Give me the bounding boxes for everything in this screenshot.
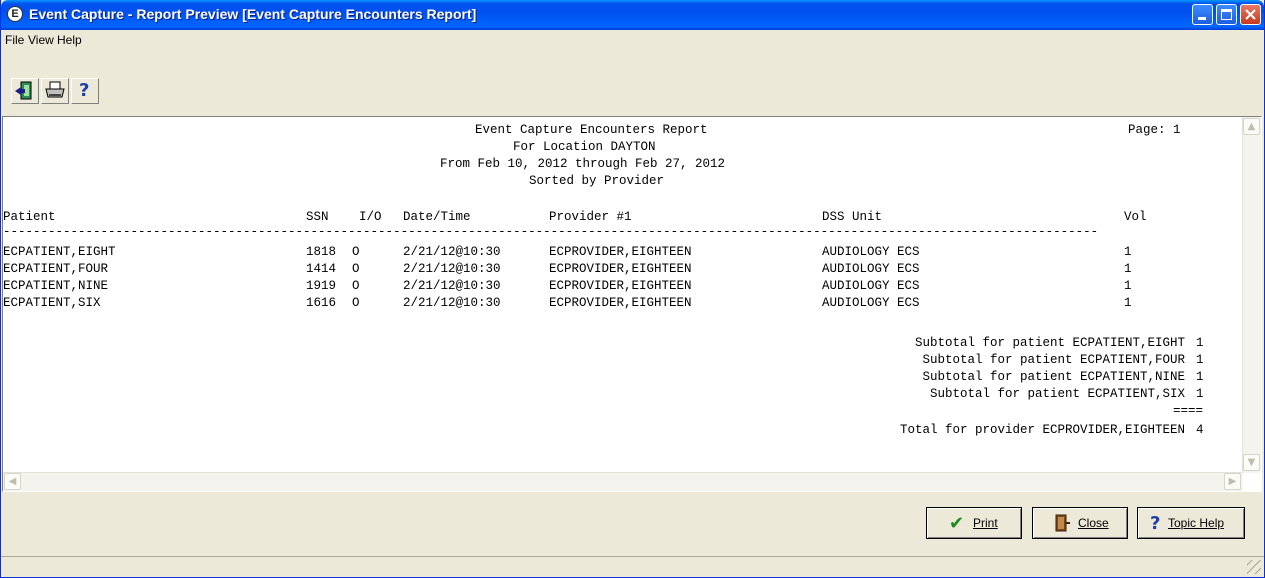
total-label: Total for provider ECPROVIDER,EIGHTEEN bbox=[899, 423, 1185, 437]
total-value: 4 bbox=[1196, 423, 1204, 437]
column-header-io: I/O bbox=[359, 210, 382, 224]
scroll-down-button[interactable]: ▼ bbox=[1243, 454, 1260, 471]
help-icon: ? bbox=[79, 80, 90, 101]
app-icon: E bbox=[7, 6, 23, 22]
cell-provider: ECPROVIDER,EIGHTEEN bbox=[549, 245, 692, 259]
cell-patient: ECPATIENT,SIX bbox=[3, 296, 101, 310]
cell-vol: 1 bbox=[1124, 296, 1132, 310]
scroll-left-button[interactable]: ◀ bbox=[4, 473, 21, 490]
subtotal-label: Subtotal for patient ECPATIENT,EIGHT bbox=[914, 336, 1185, 350]
close-button[interactable]: Close bbox=[1032, 507, 1128, 539]
minimize-button[interactable] bbox=[1192, 4, 1213, 25]
close-icon bbox=[1245, 9, 1256, 20]
menu-view[interactable]: View bbox=[28, 33, 54, 47]
scroll-right-button[interactable]: ▶ bbox=[1224, 473, 1241, 490]
cell-ssn: 1919 bbox=[306, 279, 337, 293]
report-title: Event Capture Encounters Report bbox=[475, 123, 708, 137]
cell-io: O bbox=[352, 245, 360, 259]
cell-provider: ECPROVIDER,EIGHTEEN bbox=[549, 296, 692, 310]
cell-io: O bbox=[352, 262, 360, 276]
toolbar: ? bbox=[1, 50, 1264, 116]
resize-grip[interactable] bbox=[1247, 560, 1261, 574]
print-icon bbox=[45, 81, 65, 98]
report-date-range: From Feb 10, 2012 through Feb 27, 2012 bbox=[440, 157, 726, 171]
cell-vol: 1 bbox=[1124, 279, 1132, 293]
topic-help-button-label: Topic Help bbox=[1168, 516, 1225, 530]
close-button-label: Close bbox=[1078, 516, 1109, 530]
column-header-vol: Vol bbox=[1124, 210, 1147, 224]
subtotal-label: Subtotal for patient ECPATIENT,FOUR bbox=[922, 353, 1185, 367]
door-exit-icon bbox=[1055, 514, 1070, 532]
report-sort: Sorted by Provider bbox=[529, 174, 665, 188]
report-preview-window: E Event Capture - Report Preview [Event … bbox=[0, 0, 1265, 578]
subtotal-value: 1 bbox=[1196, 387, 1204, 401]
chevron-right-icon: ▶ bbox=[1228, 476, 1237, 487]
horizontal-scrollbar[interactable]: ◀ ▶ bbox=[3, 472, 1243, 491]
topic-help-button[interactable]: ? Topic Help bbox=[1137, 507, 1245, 539]
cell-dss-unit: AUDIOLOGY ECS bbox=[822, 279, 920, 293]
scroll-up-button[interactable]: ▲ bbox=[1243, 118, 1260, 135]
exit-toolbar-button[interactable] bbox=[11, 78, 39, 104]
cell-datetime: 2/21/12@10:30 bbox=[403, 279, 501, 293]
menu-file[interactable]: File bbox=[5, 33, 24, 47]
subtotal-value: 1 bbox=[1196, 353, 1204, 367]
cell-vol: 1 bbox=[1124, 262, 1132, 276]
cell-vol: 1 bbox=[1124, 245, 1132, 259]
cell-ssn: 1414 bbox=[306, 262, 337, 276]
menu-bar: File View Help bbox=[1, 30, 1264, 50]
title-bar[interactable]: E Event Capture - Report Preview [Event … bbox=[1, 0, 1264, 30]
maximize-button[interactable] bbox=[1216, 4, 1237, 25]
close-window-button[interactable] bbox=[1240, 4, 1261, 25]
column-header-patient: Patient bbox=[3, 210, 56, 224]
status-bar-divider bbox=[1, 556, 1264, 557]
column-header-ssn: SSN bbox=[306, 210, 329, 224]
chevron-up-icon: ▲ bbox=[1247, 121, 1256, 132]
header-rule: ----------------------------------------… bbox=[3, 225, 1099, 239]
subtotal-label: Subtotal for patient ECPATIENT,SIX bbox=[929, 387, 1185, 401]
vertical-scrollbar[interactable]: ▲ ▼ bbox=[1242, 117, 1261, 473]
cell-datetime: 2/21/12@10:30 bbox=[403, 262, 501, 276]
cell-dss-unit: AUDIOLOGY ECS bbox=[822, 245, 920, 259]
help-toolbar-button[interactable]: ? bbox=[71, 78, 99, 104]
menu-help[interactable]: Help bbox=[57, 33, 82, 47]
cell-provider: ECPROVIDER,EIGHTEEN bbox=[549, 279, 692, 293]
exit-icon bbox=[15, 81, 32, 100]
print-toolbar-button[interactable] bbox=[41, 78, 69, 104]
cell-provider: ECPROVIDER,EIGHTEEN bbox=[549, 262, 692, 276]
subtotal-value: 1 bbox=[1196, 370, 1204, 384]
column-header-datetime: Date/Time bbox=[403, 210, 471, 224]
checkmark-icon: ✔ bbox=[949, 513, 965, 534]
question-icon: ? bbox=[1150, 513, 1161, 534]
maximize-icon bbox=[1221, 9, 1232, 20]
print-button[interactable]: ✔ Print bbox=[926, 507, 1022, 539]
cell-dss-unit: AUDIOLOGY ECS bbox=[822, 262, 920, 276]
cell-ssn: 1818 bbox=[306, 245, 337, 259]
minimize-icon bbox=[1198, 17, 1206, 20]
total-rule: ==== bbox=[1173, 404, 1204, 418]
cell-io: O bbox=[352, 296, 360, 310]
subtotal-value: 1 bbox=[1196, 336, 1204, 350]
subtotal-label: Subtotal for patient ECPATIENT,NINE bbox=[922, 370, 1185, 384]
cell-datetime: 2/21/12@10:30 bbox=[403, 245, 501, 259]
cell-io: O bbox=[352, 279, 360, 293]
chevron-down-icon: ▼ bbox=[1247, 457, 1256, 468]
cell-patient: ECPATIENT,NINE bbox=[3, 279, 109, 293]
report-preview-pane[interactable]: Event Capture Encounters Report For Loca… bbox=[2, 116, 1262, 492]
column-header-dss-unit: DSS Unit bbox=[822, 210, 883, 224]
column-header-provider: Provider #1 bbox=[549, 210, 632, 224]
report-location: For Location DAYTON bbox=[513, 140, 656, 154]
report-content: Event Capture Encounters Report For Loca… bbox=[3, 117, 1243, 473]
print-button-label: Print bbox=[973, 516, 998, 530]
cell-patient: ECPATIENT,EIGHT bbox=[3, 245, 116, 259]
page-label: Page: 1 bbox=[1128, 123, 1181, 137]
cell-patient: ECPATIENT,FOUR bbox=[3, 262, 109, 276]
chevron-left-icon: ◀ bbox=[8, 476, 17, 487]
cell-dss-unit: AUDIOLOGY ECS bbox=[822, 296, 920, 310]
window-title: Event Capture - Report Preview [Event Ca… bbox=[29, 6, 477, 22]
cell-ssn: 1616 bbox=[306, 296, 337, 310]
cell-datetime: 2/21/12@10:30 bbox=[403, 296, 501, 310]
